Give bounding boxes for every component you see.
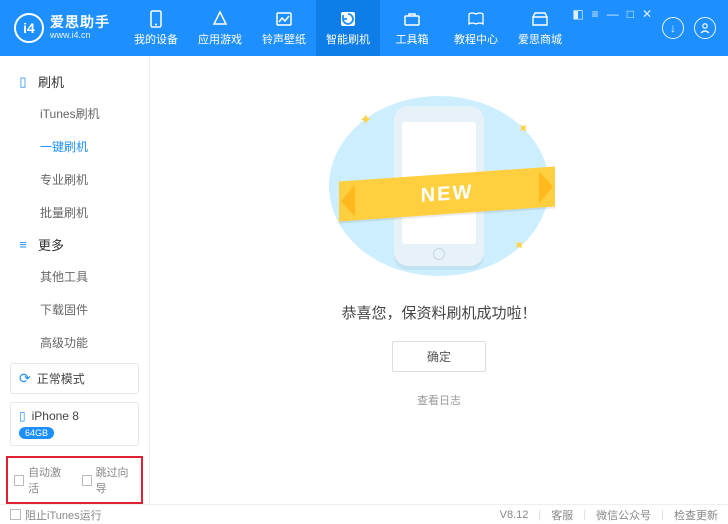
nav-label: 我的设备 [134, 31, 178, 47]
nav-label: 应用游戏 [198, 31, 242, 47]
device-name: iPhone 8 [32, 409, 79, 423]
sidebar-item-download-firmware[interactable]: 下载固件 [0, 293, 149, 326]
phone-icon: ▯ [16, 74, 30, 90]
main-panel: ✦ ✦ ✦ NEW 恭喜您，保资料刷机成功啦！ 确定 查看日志 [150, 56, 728, 504]
nav-ringtones[interactable]: 铃声壁纸 [252, 0, 316, 56]
wallpaper-icon [274, 10, 294, 28]
group-title: 刷机 [38, 72, 64, 91]
menu-icon[interactable]: ≡ [592, 7, 599, 21]
sidebar-item-batch-flash[interactable]: 批量刷机 [0, 196, 149, 229]
flash-icon [338, 10, 358, 28]
nav-label: 铃声壁纸 [262, 31, 306, 47]
header-right: ↓ [662, 17, 728, 39]
skin-icon[interactable]: ◧ [572, 7, 583, 21]
device-card[interactable]: ▯ iPhone 8 64GB [10, 402, 139, 446]
device-phone-icon: ▯ [19, 409, 26, 423]
sidebar-item-oneclick-flash[interactable]: 一键刷机 [0, 130, 149, 163]
app-header: i4 爱思助手 www.i4.cn 我的设备 应用游戏 铃声壁纸 智能刷机 工具… [0, 0, 728, 56]
sidebar-item-advanced[interactable]: 高级功能 [0, 326, 149, 359]
nav-apps[interactable]: 应用游戏 [188, 0, 252, 56]
sidebar-item-itunes-flash[interactable]: iTunes刷机 [0, 97, 149, 130]
brand-title: 爱思助手 [50, 15, 110, 30]
sidebar-item-pro-flash[interactable]: 专业刷机 [0, 163, 149, 196]
nav-label: 工具箱 [396, 31, 429, 47]
close-icon[interactable]: ✕ [642, 7, 652, 21]
window-controls: ◧ ≡ — □ ✕ [572, 7, 662, 49]
more-icon: ≡ [16, 237, 30, 252]
nav-tutorials[interactable]: 教程中心 [444, 0, 508, 56]
refresh-icon: ⟳ [19, 370, 31, 387]
apps-icon [210, 10, 230, 28]
sidebar-item-other-tools[interactable]: 其他工具 [0, 260, 149, 293]
checkbox-icon [14, 475, 24, 486]
brand-url: www.i4.cn [50, 31, 110, 41]
nav-toolbox[interactable]: 工具箱 [380, 0, 444, 56]
minimize-icon[interactable]: — [607, 7, 619, 21]
logo-text: 爱思助手 www.i4.cn [50, 15, 110, 40]
sidebar-group-flash: ▯ 刷机 [0, 66, 149, 97]
nav-label: 爱思商城 [518, 31, 562, 47]
book-icon [466, 10, 486, 28]
store-icon [530, 10, 550, 28]
logo-badge-icon: i4 [14, 13, 44, 43]
status-label: 正常模式 [37, 370, 85, 387]
view-log-link[interactable]: 查看日志 [417, 392, 461, 408]
nav-my-device[interactable]: 我的设备 [124, 0, 188, 56]
device-icon [146, 10, 166, 28]
nav-label: 教程中心 [454, 31, 498, 47]
check-update-link[interactable]: 检查更新 [674, 507, 718, 523]
app-body: ▯ 刷机 iTunes刷机 一键刷机 专业刷机 批量刷机 ≡ 更多 其他工具 下… [0, 56, 728, 504]
group-title: 更多 [38, 235, 64, 254]
maximize-icon[interactable]: □ [627, 7, 634, 21]
app-logo: i4 爱思助手 www.i4.cn [0, 13, 124, 43]
nav-store[interactable]: 爱思商城 [508, 0, 572, 56]
sidebar: ▯ 刷机 iTunes刷机 一键刷机 专业刷机 批量刷机 ≡ 更多 其他工具 下… [0, 56, 150, 504]
success-illustration: ✦ ✦ ✦ NEW [329, 96, 549, 276]
toolbox-icon [402, 10, 422, 28]
highlighted-options: 自动激活 跳过向导 [6, 456, 143, 504]
nav-label: 智能刷机 [326, 31, 370, 47]
success-message: 恭喜您，保资料刷机成功啦！ [341, 302, 536, 323]
device-status[interactable]: ⟳ 正常模式 [10, 363, 139, 394]
storage-badge: 64GB [19, 427, 54, 439]
checkbox-auto-activate[interactable]: 自动激活 [14, 464, 68, 496]
download-icon[interactable]: ↓ [662, 17, 684, 39]
nav-flash[interactable]: 智能刷机 [316, 0, 380, 56]
checkbox-icon [10, 509, 21, 520]
user-icon[interactable] [694, 17, 716, 39]
checkbox-icon [82, 475, 92, 486]
top-nav: 我的设备 应用游戏 铃声壁纸 智能刷机 工具箱 教程中心 爱思商城 [124, 0, 572, 56]
wechat-link[interactable]: 微信公众号 [596, 507, 651, 523]
checkbox-skip-guide[interactable]: 跳过向导 [82, 464, 136, 496]
sparkle-icon: ✦ [359, 110, 372, 130]
support-link[interactable]: 客服 [551, 507, 573, 523]
sidebar-group-more: ≡ 更多 [0, 229, 149, 260]
version-label: V8.12 [500, 509, 529, 521]
ok-button[interactable]: 确定 [392, 341, 486, 372]
checkbox-block-itunes[interactable]: 阻止iTunes运行 [10, 507, 102, 523]
status-bar: 阻止iTunes运行 V8.12 | 客服 | 微信公众号 | 检查更新 [0, 504, 728, 524]
